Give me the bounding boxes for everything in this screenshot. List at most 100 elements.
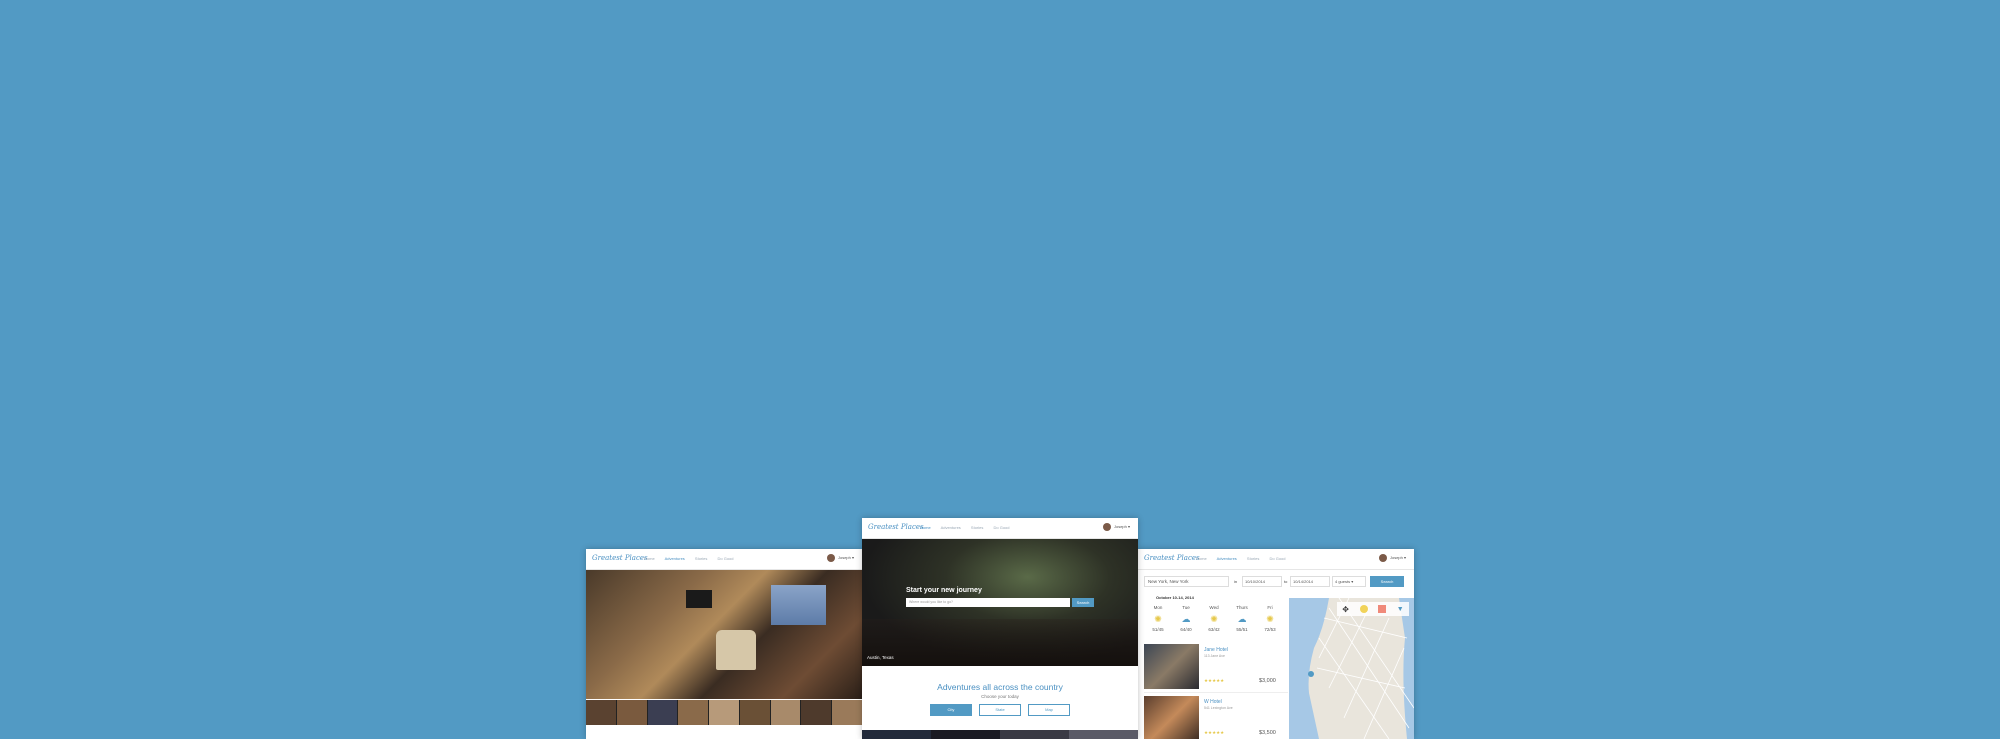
nav-link-home[interactable]: Home: [920, 525, 931, 530]
crowd-shadow: [862, 619, 1138, 666]
nav-link-do-good[interactable]: Do Good: [1270, 556, 1286, 561]
nav-link-do-good[interactable]: Do Good: [994, 525, 1010, 530]
forecast-temps: 63/42: [1208, 627, 1220, 632]
forecast-day-label: Tue: [1182, 605, 1190, 610]
thumbnail[interactable]: [1000, 730, 1069, 739]
map[interactable]: ✥ ▼: [1289, 598, 1414, 739]
move-icon[interactable]: ✥: [1342, 605, 1349, 614]
hotel-photo: [1144, 644, 1199, 689]
logo[interactable]: Greatest Places: [868, 523, 924, 531]
thumbnail-strip[interactable]: [586, 700, 862, 725]
food-filter-icon[interactable]: [1378, 605, 1387, 613]
forecast-row: Mon ✺ 51/45 Tue ☁ 64/40 Wed ✺ 63/42 Thurs ☁ 55/51 Fr…: [1144, 603, 1284, 641]
from-label: in: [1234, 579, 1238, 584]
hotel-card[interactable]: Jane Hotel 113 Jane Ave ★★★★★ $3,000: [1144, 644, 1288, 693]
forecast-day: Wed ✺ 63/42: [1200, 603, 1228, 641]
user-name: Joseph ▾: [1113, 524, 1130, 530]
thumbnail[interactable]: [931, 730, 1000, 739]
nav-link-stories[interactable]: Stories: [1247, 556, 1259, 561]
armchair: [716, 630, 756, 670]
sun-icon: ✺: [1154, 614, 1162, 624]
hotel-price: $3,500: [1259, 730, 1276, 736]
search-button[interactable]: Search: [1370, 576, 1404, 587]
nav-link-adventures[interactable]: Adventures: [665, 556, 685, 561]
nav-link-stories[interactable]: Stories: [971, 525, 983, 530]
from-date-input[interactable]: 10/10/2014: [1242, 576, 1282, 587]
thumbnail[interactable]: [1069, 730, 1138, 739]
logo[interactable]: Greatest Places: [592, 554, 648, 562]
map-graphic: [1289, 598, 1414, 739]
cloud-icon: ☁: [1237, 614, 1247, 624]
adventure-thumbnails[interactable]: [862, 730, 1138, 739]
thumbnail[interactable]: [832, 700, 862, 725]
to-date-input[interactable]: 10/14/2014: [1290, 576, 1330, 587]
location-label: Austin, Texas: [867, 655, 894, 660]
nav-link-adventures[interactable]: Adventures: [1217, 556, 1237, 561]
hotel-name[interactable]: W Hotel: [1204, 699, 1222, 705]
hotel-name[interactable]: Jane Hotel: [1204, 647, 1228, 653]
sun-icon: ✺: [1210, 614, 1218, 624]
nav-link-adventures[interactable]: Adventures: [941, 525, 961, 530]
search-input[interactable]: Where would you like to go?: [906, 598, 1070, 607]
destination-input[interactable]: New York, New York: [1144, 576, 1229, 587]
to-label: to: [1284, 579, 1288, 584]
nav-links: Home Adventures Stories Do Good: [920, 525, 1019, 530]
forecast-day-label: Wed: [1209, 605, 1219, 610]
hero-title: Start your new journey: [906, 587, 982, 594]
thumbnail[interactable]: [647, 700, 679, 725]
thumbnail[interactable]: [586, 700, 617, 725]
hotel-price: $3,000: [1259, 678, 1276, 684]
section-title: Adventures all across the country: [937, 682, 1063, 692]
logo[interactable]: Greatest Places: [1144, 554, 1200, 562]
window: [771, 585, 826, 625]
forecast-title: October 10-14, 2014: [1156, 595, 1194, 600]
thumbnail[interactable]: [739, 700, 771, 725]
tab-city[interactable]: City: [930, 704, 972, 716]
nav-link-home[interactable]: Home: [644, 556, 655, 561]
forecast-day: Mon ✺ 51/45: [1144, 603, 1172, 641]
top-nav: Greatest Places Home Adventures Stories …: [586, 549, 862, 570]
user-menu[interactable]: Joseph ▾: [826, 554, 854, 562]
forecast-temps: 55/51: [1236, 627, 1248, 632]
thumbnail[interactable]: [709, 700, 740, 725]
avatar: [826, 554, 835, 562]
avatar: [1378, 554, 1387, 562]
hotel-room-photo: [586, 570, 862, 699]
nav-links: Home Adventures Stories Do Good: [1196, 556, 1295, 561]
hotel-card[interactable]: W Hotel 541 Lexington Ave ★★★★★ $3,500: [1144, 696, 1288, 739]
nav-link-do-good[interactable]: Do Good: [718, 556, 734, 561]
hotel-photo: [1144, 696, 1199, 739]
tab-map[interactable]: Map: [1028, 704, 1070, 716]
thumbnail[interactable]: [770, 700, 802, 725]
user-menu[interactable]: Joseph ▾: [1102, 523, 1130, 531]
forecast-temps: 64/40: [1180, 627, 1192, 632]
forecast-temps: 51/45: [1152, 627, 1164, 632]
forecast-day: Tue ☁ 64/40: [1172, 603, 1200, 641]
guests-select[interactable]: 4 guests ▾: [1332, 576, 1366, 587]
sun-filter-icon[interactable]: [1359, 605, 1368, 613]
map-controls: ✥ ▼: [1337, 602, 1409, 616]
nav-link-stories[interactable]: Stories: [695, 556, 707, 561]
forecast-temps: 72/53: [1264, 627, 1276, 632]
thumbnail[interactable]: [801, 700, 833, 725]
search-button[interactable]: Search: [1072, 598, 1094, 607]
thumbnail[interactable]: [678, 700, 710, 725]
hotel-rating: ★★★★★: [1204, 678, 1225, 683]
cloud-icon: ☁: [1181, 614, 1191, 624]
filter-icon[interactable]: ▼: [1397, 606, 1404, 613]
nav-link-home[interactable]: Home: [1196, 556, 1207, 561]
forecast-day: Thurs ☁ 55/51: [1228, 603, 1256, 641]
right-screen: Greatest Places Home Adventures Stories …: [1138, 549, 1414, 739]
thumbnail[interactable]: [616, 700, 648, 725]
section-subtitle: Choose your today: [981, 694, 1019, 699]
avatar: [1102, 523, 1111, 531]
hotel-rating: ★★★★★: [1204, 730, 1225, 735]
hotel-address: 541 Lexington Ave: [1204, 706, 1233, 710]
top-nav: Greatest Places Home Adventures Stories …: [862, 518, 1138, 539]
thumbnail[interactable]: [862, 730, 931, 739]
forecast-day: Fri ✺ 72/53: [1256, 603, 1284, 641]
user-menu[interactable]: Joseph ▾: [1378, 554, 1406, 562]
forecast-day-label: Thurs: [1236, 605, 1248, 610]
top-nav: Greatest Places Home Adventures Stories …: [1138, 549, 1414, 570]
tab-state[interactable]: State: [979, 704, 1021, 716]
